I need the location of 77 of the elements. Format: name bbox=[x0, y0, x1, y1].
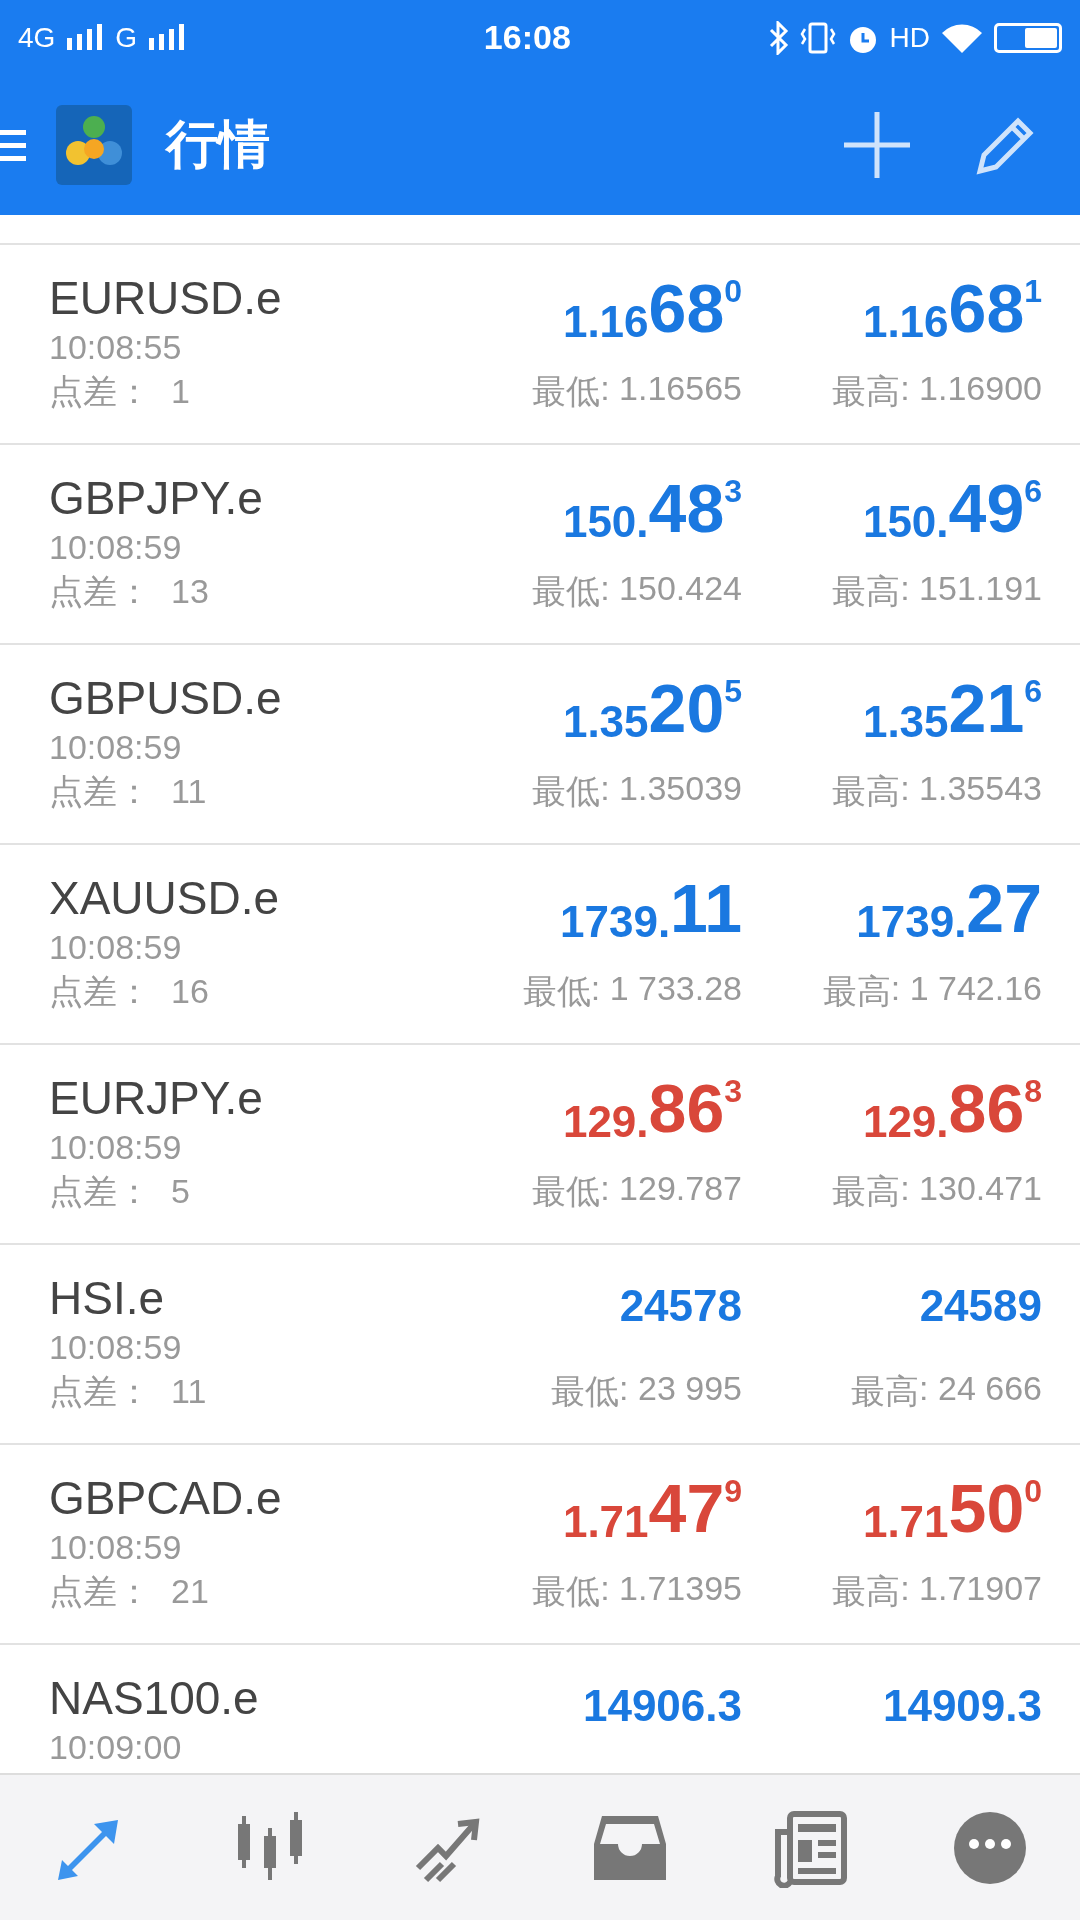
high-value: : 1 742.16 bbox=[890, 969, 1042, 1009]
page-title: 行情 bbox=[166, 114, 271, 175]
network-label: 4G bbox=[18, 21, 56, 54]
spread-label: 点差： bbox=[49, 371, 151, 412]
high-value: : 130.471 bbox=[900, 1169, 1042, 1209]
low-value: : 1.71395 bbox=[600, 1569, 742, 1609]
price: 24578 bbox=[619, 1280, 742, 1332]
low-value: : 1.35039 bbox=[600, 769, 742, 809]
price: 1739.27 bbox=[856, 869, 1042, 948]
price: 24589 bbox=[919, 1280, 1042, 1332]
spread-label: 点差： bbox=[49, 1571, 151, 1612]
symbol-name: NAS100.e bbox=[49, 1671, 260, 1725]
quote-row[interactable]: HSI.e 10:08:59 点差： 11 24578 最低: 23 995 24589 最高: 24 666 bbox=[0, 1245, 1080, 1445]
high-value: : 1.35543 bbox=[900, 769, 1042, 809]
high-label: 最高 bbox=[832, 571, 901, 612]
spread-label: 点差： bbox=[49, 1371, 151, 1412]
high-label: 最高 bbox=[832, 1171, 901, 1212]
low-label: 最低 bbox=[522, 971, 591, 1012]
spread-value: 13 bbox=[171, 571, 209, 612]
quote-time: 10:08:59 bbox=[49, 927, 183, 968]
quote-time: 10:08:55 bbox=[49, 327, 183, 368]
symbol-name: EURUSD.e bbox=[49, 271, 283, 325]
low-value: : 129.787 bbox=[600, 1169, 742, 1209]
price: 14906.3 bbox=[582, 1680, 742, 1732]
spread-label: 点差： bbox=[49, 971, 151, 1012]
low-value: : 23 995 bbox=[619, 1369, 742, 1409]
vibrate-icon bbox=[799, 20, 836, 55]
high-label: 最高 bbox=[832, 771, 901, 812]
quote-time: 10:08:59 bbox=[49, 1527, 183, 1568]
high-label: 最高 bbox=[832, 1571, 901, 1612]
high-label: 最高 bbox=[822, 971, 891, 1012]
symbol-name: HSI.e bbox=[49, 1271, 166, 1325]
price: 1739.11 bbox=[560, 869, 742, 948]
low-label: 最低 bbox=[532, 1571, 601, 1612]
quote-time: 10:08:59 bbox=[49, 1327, 183, 1368]
low-label: 最低 bbox=[551, 1371, 620, 1412]
low-value: : 150.424 bbox=[600, 569, 742, 609]
menu-icon[interactable] bbox=[0, 128, 26, 162]
symbol-name: XAUUSD.e bbox=[49, 871, 281, 925]
spread-value: 11 bbox=[171, 771, 207, 812]
quote-row[interactable]: XAUUSD.e 10:08:59 点差： 16 1739.11 最低: 1 733.28 1739.27 最高: 1 742.16 bbox=[0, 845, 1080, 1045]
low-value: : 1.16565 bbox=[600, 369, 742, 409]
spread-label: 点差： bbox=[49, 1171, 151, 1212]
low-label: 最低 bbox=[532, 571, 601, 612]
spread-label: 点差： bbox=[49, 571, 151, 612]
hd-label: HD bbox=[889, 21, 930, 54]
high-label: 最高 bbox=[851, 1371, 920, 1412]
network-label: G bbox=[115, 21, 138, 54]
low-label: 最低 bbox=[532, 371, 601, 412]
low-label: 最低 bbox=[532, 771, 601, 812]
spread-value: 16 bbox=[171, 971, 209, 1012]
add-icon[interactable] bbox=[842, 110, 912, 180]
low-value: : 1 733.28 bbox=[590, 969, 742, 1009]
spread-label: 点差： bbox=[49, 771, 151, 812]
symbol-name: EURJPY.e bbox=[49, 1071, 264, 1125]
bluetooth-icon bbox=[767, 20, 790, 55]
low-label: 最低 bbox=[532, 1171, 601, 1212]
spread-value: 21 bbox=[171, 1571, 209, 1612]
quote-time: 10:09:00 bbox=[49, 1727, 183, 1768]
symbol-name: GBPCAD.e bbox=[49, 1471, 283, 1525]
high-value: : 24 666 bbox=[919, 1369, 1042, 1409]
app-logo-icon bbox=[56, 105, 132, 185]
high-value: : 1.71907 bbox=[900, 1569, 1042, 1609]
high-value: : 1.16900 bbox=[900, 369, 1042, 409]
spread-value: 5 bbox=[171, 1171, 190, 1212]
price: 14909.3 bbox=[882, 1680, 1042, 1732]
spread-value: 1 bbox=[171, 371, 190, 412]
high-value: : 151.191 bbox=[900, 569, 1042, 609]
battery-icon bbox=[994, 22, 1062, 53]
quote-time: 10:08:59 bbox=[49, 727, 183, 768]
high-label: 最高 bbox=[832, 371, 901, 412]
quote-time: 10:08:59 bbox=[49, 1127, 183, 1168]
symbol-name: GBPUSD.e bbox=[49, 671, 283, 725]
spread-value: 11 bbox=[171, 1371, 207, 1412]
quote-time: 10:08:59 bbox=[49, 527, 183, 568]
clock-time: 16:08 bbox=[483, 18, 571, 57]
symbol-name: GBPJPY.e bbox=[49, 471, 264, 525]
